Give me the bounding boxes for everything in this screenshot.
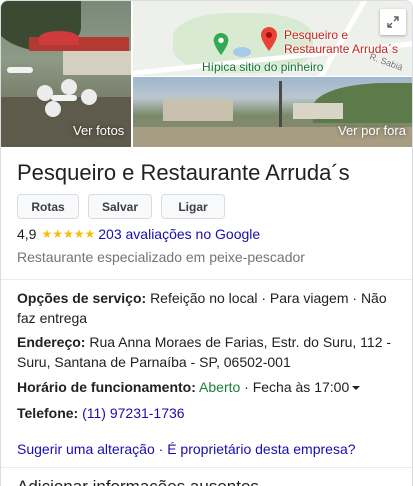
green-pin-icon[interactable] (213, 33, 229, 55)
photo-table (7, 67, 33, 73)
photo-house (293, 103, 343, 119)
photo-chair (45, 101, 61, 117)
address-label: Endereço: (17, 334, 86, 350)
hours-status: Aberto (199, 379, 241, 395)
expand-icon (387, 16, 399, 28)
phone: Telefone: (11) 97231-1736 (17, 403, 401, 423)
claim-business-link[interactable]: É proprietário desta empresa? (167, 441, 355, 457)
expand-map-button[interactable] (380, 9, 406, 35)
service-options: Opções de serviço: Refeição no local · P… (17, 288, 401, 328)
red-pin-icon[interactable] (261, 27, 277, 51)
photo-house (163, 99, 233, 121)
hours-dropdown[interactable]: Aberto · Fecha às 17:00 (199, 379, 361, 395)
photo-wall (63, 51, 131, 75)
service-options-label: Opções de serviço: (17, 290, 147, 306)
map-poi-label: Hípica sitio do pinheiro (202, 60, 324, 74)
rating-value: 4,9 (17, 226, 37, 242)
link-separator: · (154, 441, 168, 457)
hours-close-time: · Fecha às 17:00 (240, 379, 350, 395)
see-photos-link[interactable]: Ver fotos (73, 123, 124, 138)
phone-link[interactable]: (11) 97231-1736 (82, 405, 184, 421)
feedback-links: Sugerir uma alteração · É proprietário d… (17, 441, 356, 457)
knowledge-panel: Pesqueiro e Restaurante Arruda´s Hípica … (0, 0, 413, 486)
suggest-edit-link[interactable]: Sugerir uma alteração (17, 441, 155, 457)
map-thumbnail[interactable]: Pesqueiro e Restaurante Arruda´s Hípica … (133, 1, 412, 76)
reviews-link[interactable]: 203 avaliações no Google (98, 225, 260, 243)
business-category: Restaurante especializado em peixe-pesca… (17, 249, 305, 265)
photo-ground (1, 97, 131, 147)
directions-button[interactable]: Rotas (17, 194, 79, 219)
divider (1, 279, 412, 280)
photo-tent (39, 31, 79, 45)
phone-label: Telefone: (17, 405, 79, 421)
map-water (233, 47, 251, 57)
save-button[interactable]: Salvar (88, 194, 152, 219)
address: Endereço: Rua Anna Moraes de Farias, Est… (17, 332, 401, 372)
divider (1, 467, 412, 468)
opening-hours: Horário de funcionamento: Aberto · Fecha… (17, 377, 401, 397)
rating-row: 4,9 ★★★★★ 203 avaliações no Google (17, 225, 260, 243)
action-buttons: Rotas Salvar Ligar (17, 194, 225, 219)
star-rating-icon: ★★★★★ (41, 227, 96, 241)
chevron-down-icon (352, 386, 361, 391)
photo-chair (81, 89, 97, 105)
call-button[interactable]: Ligar (161, 194, 225, 219)
photo-chair (61, 79, 77, 95)
see-outside-link[interactable]: Ver por fora (338, 123, 406, 138)
hours-label: Horário de funcionamento: (17, 379, 196, 395)
photo-table (51, 95, 77, 101)
business-name: Pesqueiro e Restaurante Arruda´s (17, 160, 350, 185)
